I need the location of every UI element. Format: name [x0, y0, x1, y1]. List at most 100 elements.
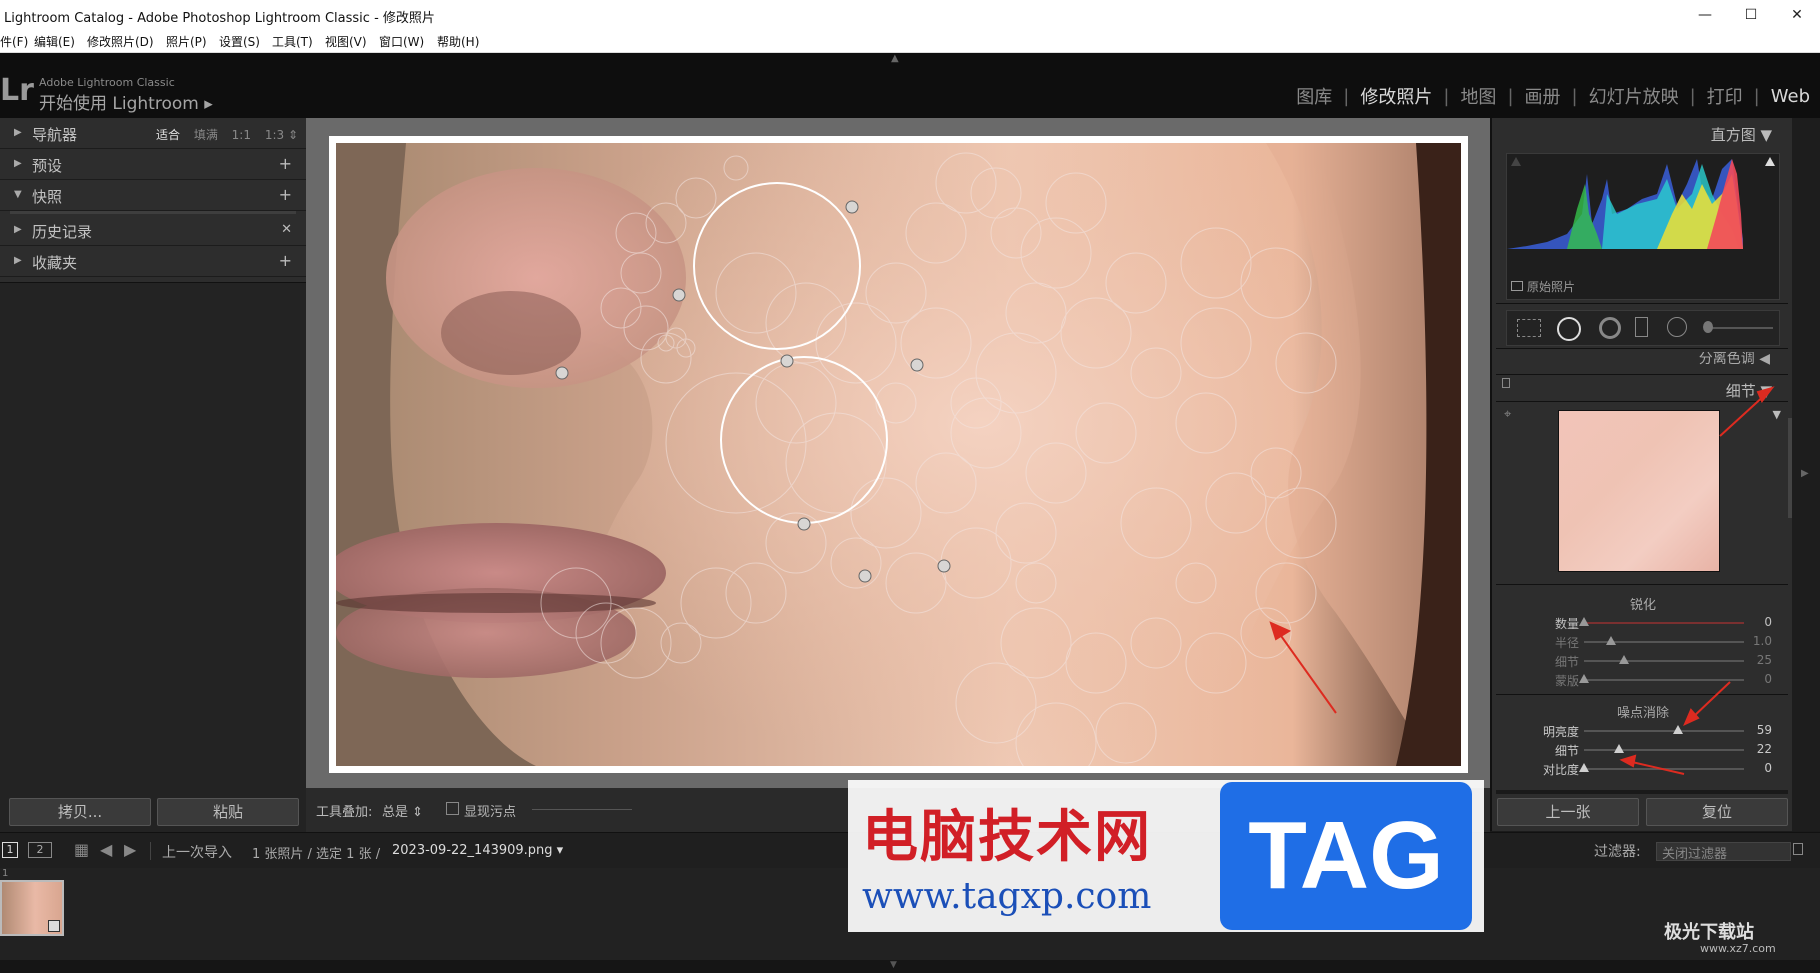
noise_reduction-slider-value: 59 [1756, 723, 1772, 737]
tool-overlay-select[interactable]: 总是 ⇕ [382, 801, 423, 820]
collections-header[interactable]: ▶ 收藏夹 + [0, 248, 306, 277]
menu-settings[interactable]: 设置(S) [219, 33, 260, 50]
menu-tools[interactable]: 工具(T) [272, 33, 313, 50]
module-web[interactable]: Web [1771, 86, 1810, 107]
sharpening-slider-knob[interactable] [1579, 674, 1589, 683]
menu-window[interactable]: 窗口(W) [379, 33, 424, 50]
forward-arrow-icon[interactable]: ▶ [124, 840, 136, 859]
add-snapshot-icon[interactable]: + [279, 185, 292, 204]
module-map[interactable]: 地图 [1460, 83, 1496, 109]
add-collection-icon[interactable]: + [279, 251, 292, 270]
expand-right-icon[interactable]: ▶ [1801, 468, 1809, 479]
noise_reduction-slider-row[interactable]: 明亮度 59 [1492, 722, 1794, 740]
brush-icon[interactable] [1703, 321, 1713, 333]
module-slideshow[interactable]: 幻灯片放映 [1589, 83, 1679, 109]
filter-lock-icon[interactable] [1793, 843, 1803, 855]
get-started-link[interactable]: 开始使用 Lightroom ▸ [39, 89, 213, 114]
crop-tool-icon[interactable] [1517, 319, 1541, 337]
noise_reduction-slider-value: 22 [1756, 742, 1772, 756]
detail-preview[interactable] [1558, 410, 1720, 572]
minimize-button[interactable]: — [1682, 0, 1728, 30]
graduated-filter-icon[interactable] [1635, 317, 1648, 337]
noise_reduction-slider-knob[interactable] [1614, 744, 1625, 753]
original-photo-checkbox[interactable] [1511, 281, 1523, 291]
sharpening-title: 锐化 [1629, 598, 1656, 613]
filename[interactable]: 2023-09-22_143909.png ▾ [392, 843, 563, 858]
noise_reduction-slider-track[interactable] [1584, 749, 1744, 751]
clear-history-icon[interactable]: ✕ [281, 222, 292, 237]
module-library[interactable]: 图库 [1296, 83, 1332, 109]
bottom-edge: ▼ [0, 960, 1820, 973]
menu-edit[interactable]: 编辑(E) [34, 33, 75, 50]
radial-filter-icon[interactable] [1667, 317, 1687, 337]
histogram-title[interactable]: 直方图 ▼ [1711, 124, 1772, 145]
detail-preview-toggle-icon[interactable]: ▼ [1773, 408, 1781, 421]
right-edge-collapse[interactable]: ▶ [1792, 118, 1820, 831]
history-header[interactable]: ▶ 历史记录 ✕ [0, 217, 306, 246]
add-preset-icon[interactable]: + [279, 154, 292, 173]
sharpening-slider-knob[interactable] [1579, 617, 1589, 626]
noise_reduction-slider-track[interactable] [1584, 768, 1744, 770]
navigator-header[interactable]: ▶ 导航器 适合 填满 1:1 1:3 ⇕ [0, 120, 306, 149]
sharpening-slider-track[interactable] [1584, 679, 1744, 681]
sharpening-slider-row[interactable]: 数量 0 [1492, 614, 1794, 632]
sharpening-slider-row[interactable]: 蒙版 0 [1492, 671, 1794, 689]
shadow-clipping-icon[interactable] [1511, 157, 1521, 166]
red-eye-tool-icon[interactable] [1599, 317, 1621, 339]
noise_reduction-slider-knob[interactable] [1673, 725, 1684, 734]
sharpening-slider-knob[interactable] [1606, 636, 1617, 645]
maximize-button[interactable]: ☐ [1728, 0, 1774, 30]
photo-canvas[interactable] [336, 143, 1461, 766]
filter-select[interactable]: 关闭过滤器 [1656, 842, 1791, 862]
menu-help[interactable]: 帮助(H) [437, 33, 479, 50]
sharpening-slider-row[interactable]: 细节 25 [1492, 652, 1794, 670]
image-viewport[interactable] [306, 118, 1490, 788]
menu-view[interactable]: 视图(V) [325, 33, 367, 50]
show-spots-label: 显现污点 [464, 805, 517, 820]
presets-header[interactable]: ▶ 预设 + [0, 151, 306, 180]
filmstrip-thumbnail[interactable] [0, 880, 64, 936]
zoom-1-3[interactable]: 1:3 ⇕ [265, 128, 298, 142]
module-print[interactable]: 打印 [1707, 83, 1743, 109]
sharpening-slider-track[interactable] [1584, 660, 1744, 662]
detail-title[interactable]: 细节 ▼ [1726, 380, 1772, 401]
highlight-clipping-icon[interactable] [1765, 157, 1775, 166]
source-label[interactable]: 上一次导入 [162, 842, 232, 862]
previous-settings-button[interactable]: 上一张 [1497, 798, 1639, 826]
back-arrow-icon[interactable]: ◀ [100, 840, 112, 859]
grid-view-icon[interactable]: ▦ [74, 840, 89, 859]
sharpening-slider-knob[interactable] [1619, 655, 1629, 664]
screen-2-button[interactable]: 2 [28, 842, 52, 858]
split-toning-header[interactable]: 分离色调 ◀ [1496, 352, 1788, 374]
reset-button[interactable]: 复位 [1646, 798, 1788, 826]
zoom-1-1[interactable]: 1:1 [232, 128, 251, 142]
sharpening-slider-track[interactable] [1584, 622, 1744, 624]
target-adjust-icon[interactable]: ⌖ [1504, 407, 1511, 422]
noise_reduction-slider-row[interactable]: 对比度 0 [1492, 760, 1794, 778]
sharpening-slider-label: 蒙版 [1554, 674, 1579, 688]
menu-photo[interactable]: 照片(P) [166, 33, 207, 50]
paste-settings-button[interactable]: 粘贴 [157, 798, 299, 826]
module-develop[interactable]: 修改照片 [1360, 83, 1432, 109]
brush-slider[interactable] [1707, 327, 1773, 329]
noise_reduction-slider-row[interactable]: 细节 22 [1492, 741, 1794, 759]
noise_reduction-slider-track[interactable] [1584, 730, 1744, 732]
show-spots-checkbox[interactable] [446, 802, 459, 815]
snapshots-header[interactable]: ▼ 快照 + [0, 182, 306, 211]
sharpening-slider-row[interactable]: 半径 1.0 [1492, 633, 1794, 651]
module-book[interactable]: 画册 [1525, 83, 1561, 109]
panel-switch-icon[interactable] [1502, 378, 1510, 388]
menu-file[interactable]: 件(F) [0, 33, 28, 50]
close-button[interactable]: ✕ [1774, 0, 1820, 30]
spot-removal-tool-icon[interactable] [1557, 317, 1581, 341]
noise_reduction-slider-knob[interactable] [1579, 763, 1589, 772]
collapse-top-icon[interactable]: ▲ [891, 53, 903, 64]
spots-threshold-slider[interactable] [532, 809, 632, 810]
noise_reduction-slider-value: 0 [1764, 761, 1772, 775]
collapse-bottom-icon[interactable]: ▼ [890, 960, 897, 970]
menu-develop[interactable]: 修改照片(D) [87, 33, 154, 50]
zoom-fit[interactable]: 适合 [156, 128, 180, 142]
zoom-fill[interactable]: 填满 [194, 128, 218, 142]
copy-settings-button[interactable]: 拷贝... [9, 798, 151, 826]
screen-1-button[interactable]: 1 [2, 842, 18, 858]
